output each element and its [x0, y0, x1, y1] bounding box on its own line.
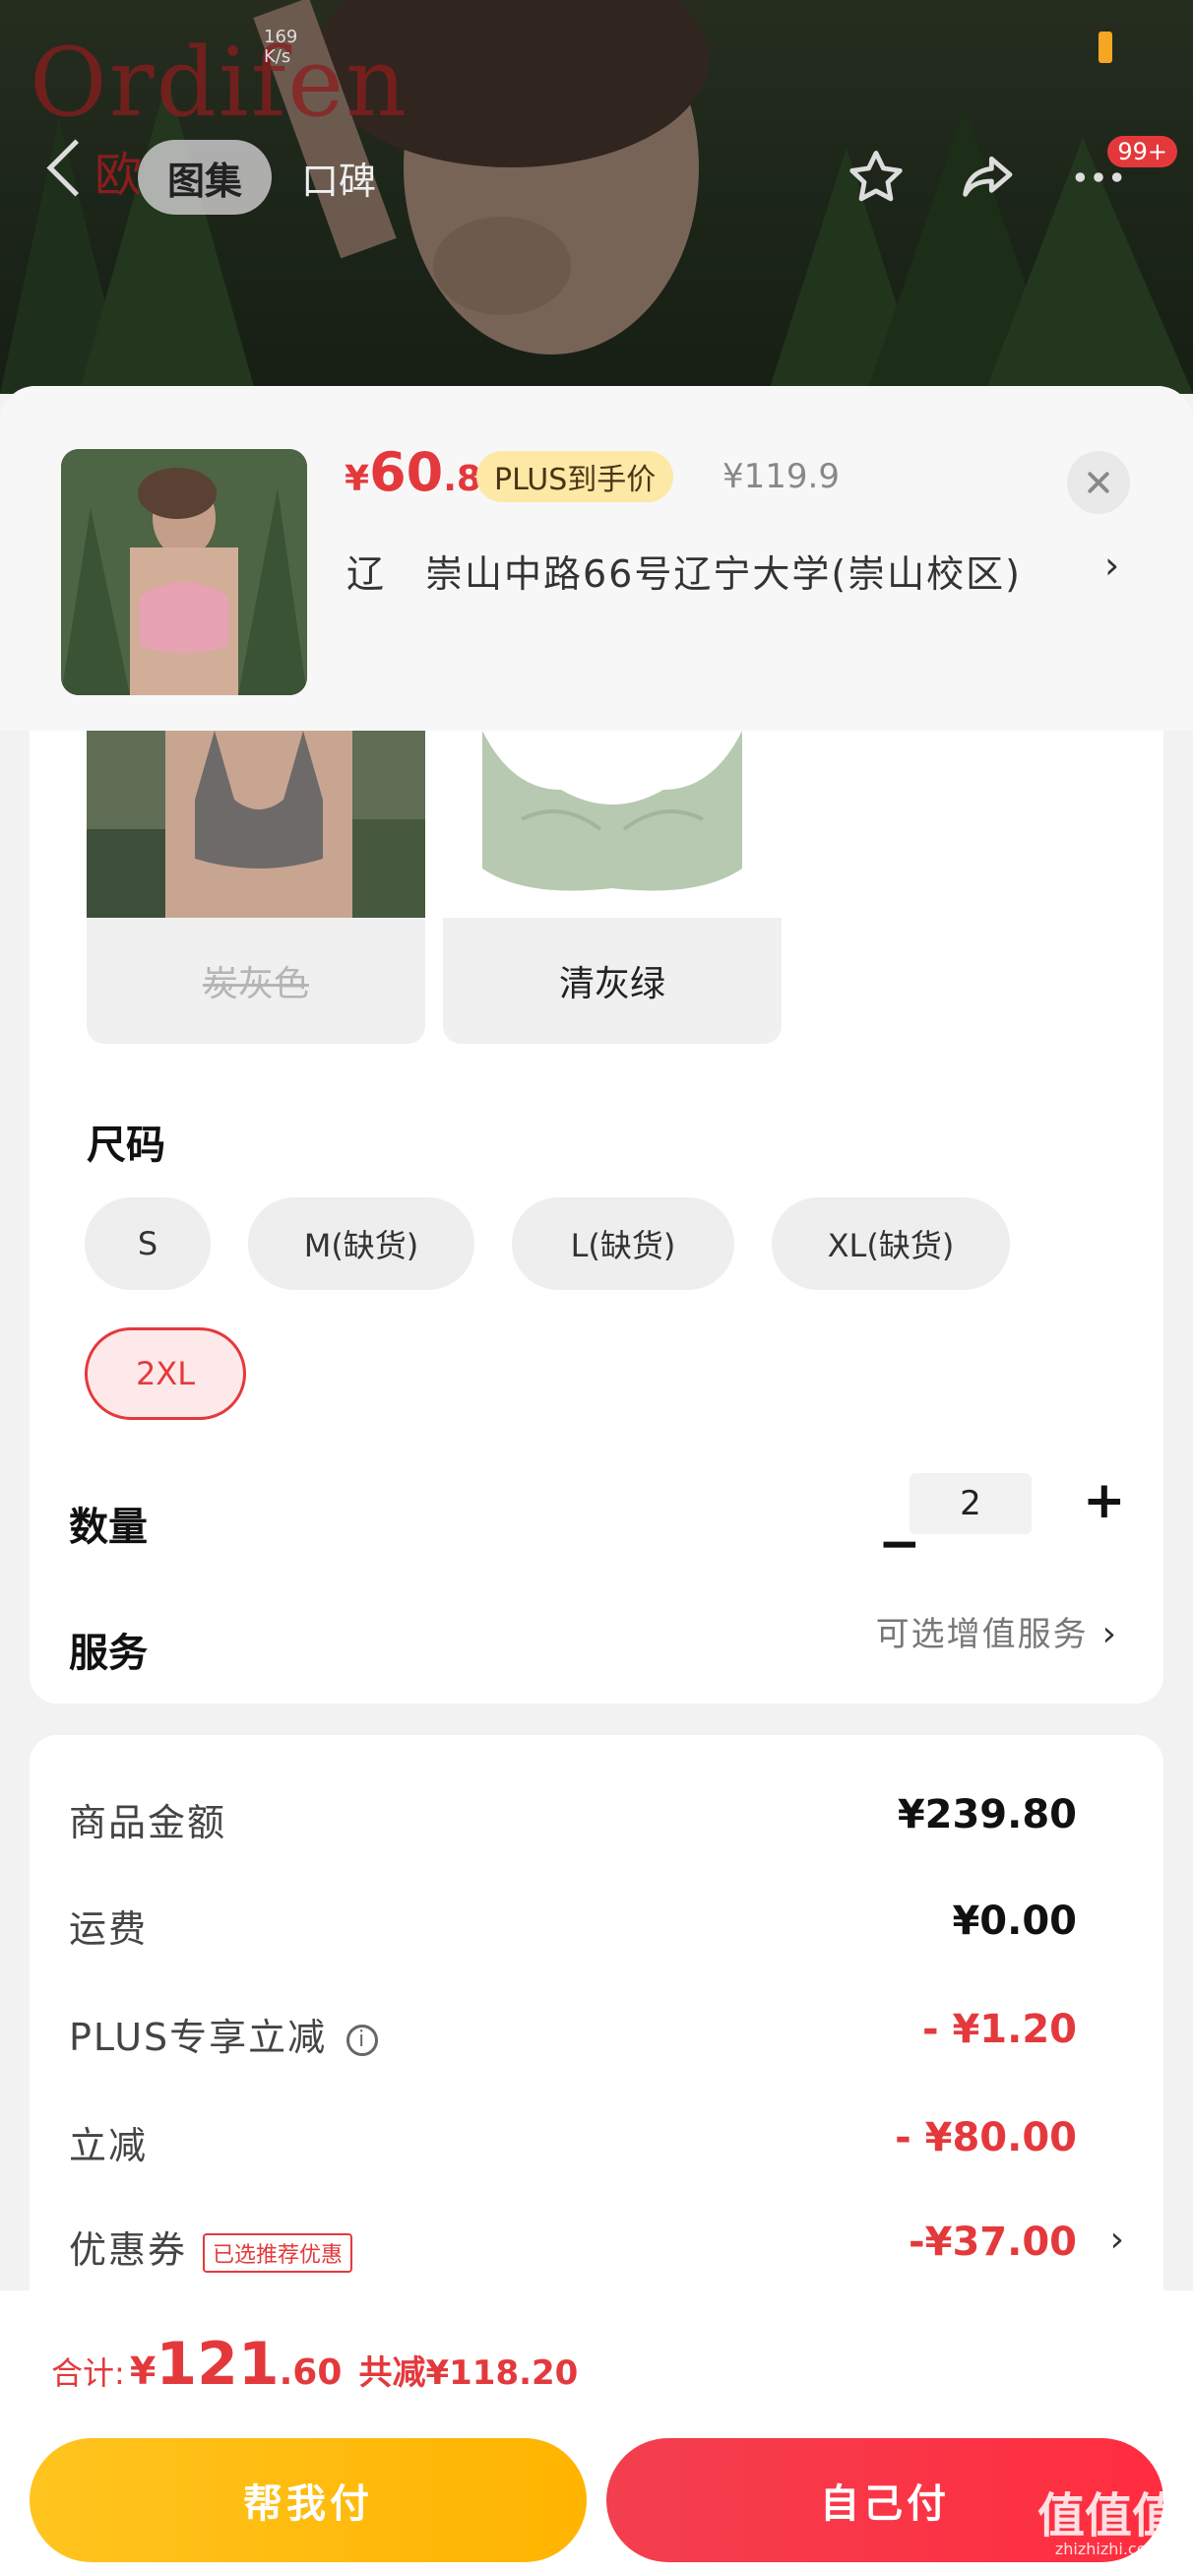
summary-label: 立减	[69, 2124, 149, 2167]
service-hint-text: 可选增值服务	[875, 1615, 1089, 1654]
summary-row-instant-discount: 立减 - ¥80.00	[69, 2115, 1077, 2184]
product-thumbnail[interactable]	[61, 449, 307, 695]
size-option-xl[interactable]: XL(缺货)	[772, 1197, 1010, 1290]
total-symbol: ¥	[129, 2350, 157, 2393]
coupon-recommended-tag: 已选推荐优惠	[203, 2232, 353, 2273]
battery-icon	[1099, 32, 1112, 63]
total-saved: 共减¥118.20	[358, 2353, 579, 2393]
plus-price: ¥60.8	[345, 441, 481, 503]
size-option-s[interactable]: S	[85, 1197, 211, 1290]
summary-row-shipping: 运费 ¥0.00	[69, 1899, 1077, 1967]
summary-row-plus-discount: PLUS专享立减 i - ¥1.20	[69, 2007, 1077, 2076]
pay-for-me-button[interactable]: 帮我付	[30, 2438, 587, 2562]
info-icon[interactable]: i	[346, 2024, 379, 2056]
star-icon[interactable]	[841, 142, 911, 213]
summary-label-wrap: 优惠券 已选推荐优惠	[69, 2220, 353, 2274]
size-option-l[interactable]: L(缺货)	[512, 1197, 734, 1290]
product-gallery-hero[interactable]: Ordifen 169 K/s 欧 图集 口碑 99+	[0, 0, 1193, 394]
sku-selector-sheet: ¥60.8 PLUS到手价 ¥119.9 辽 崇山中路66号辽宁大学(崇山校区)…	[0, 386, 1193, 2576]
delivery-address[interactable]: 辽 崇山中路66号辽宁大学(崇山校区)	[346, 544, 1022, 598]
summary-value: - ¥1.20	[921, 2007, 1077, 2052]
quantity-title: 数量	[69, 1505, 148, 1550]
site-watermark: 值值值 zhizhizhi.com	[1037, 2491, 1179, 2558]
summary-row-goods: 商品金额 ¥239.80	[69, 1792, 1077, 1861]
total-decimal: .60	[279, 2352, 343, 2393]
price-symbol: ¥	[345, 459, 370, 499]
size-option-2xl[interactable]: 2XL	[85, 1327, 246, 1420]
network-speed-value: 169	[264, 27, 298, 47]
watermark-mark: 值值值	[1036, 2488, 1179, 2544]
order-total: 合计: ¥121.60 共减¥118.20	[51, 2330, 578, 2399]
brand-mini-logo: 欧	[94, 148, 143, 203]
color-option-gray-green[interactable]: 清灰绿	[443, 731, 782, 1044]
size-option-m[interactable]: M(缺货)	[248, 1197, 474, 1290]
plus-price-tag: PLUS到手价	[476, 451, 674, 502]
color-option-label: 清灰绿	[558, 964, 665, 1004]
service-title: 服务	[69, 1631, 148, 1676]
quantity-increase-button[interactable]: +	[1083, 1475, 1126, 1526]
summary-value: ¥239.80	[897, 1792, 1077, 1837]
summary-value: -¥37.00	[909, 2220, 1077, 2265]
tab-reviews[interactable]: 口碑	[301, 140, 376, 215]
brand-logo: Ordifen	[30, 28, 408, 138]
value-added-service-link[interactable]: 可选增值服务 ›	[876, 1607, 1118, 1655]
summary-value: - ¥80.00	[895, 2115, 1077, 2160]
summary-label: 优惠券	[69, 2228, 188, 2272]
summary-row-coupon[interactable]: 优惠券 已选推荐优惠 -¥37.00 ›	[69, 2220, 1124, 2288]
tab-gallery[interactable]: 图集	[138, 140, 272, 215]
chevron-right-icon: ›	[1104, 544, 1120, 587]
network-speed: 169 K/s	[264, 28, 297, 67]
price-integer: 60	[369, 441, 444, 503]
total-label: 合计:	[51, 2354, 125, 2392]
chevron-right-icon: ›	[1109, 2220, 1124, 2260]
close-icon	[1088, 472, 1109, 493]
message-count-badge: 99+	[1107, 136, 1177, 167]
color-option-image	[87, 731, 425, 918]
sku-header: ¥60.8 PLUS到手价 ¥119.9 辽 崇山中路66号辽宁大学(崇山校区)…	[0, 386, 1193, 731]
color-option-image	[443, 731, 782, 918]
summary-value: ¥0.00	[952, 1899, 1077, 1944]
total-integer: 121	[156, 2330, 280, 2399]
summary-label: PLUS专享立减	[69, 2016, 328, 2059]
summary-label-wrap: PLUS专享立减 i	[69, 2007, 379, 2061]
summary-label: 运费	[69, 1907, 149, 1951]
quantity-input[interactable]: 2	[910, 1473, 1032, 1534]
network-speed-unit: K/s	[264, 46, 291, 67]
watermark-site: zhizhizhi.com	[1054, 2540, 1162, 2558]
spec-card: 炭灰色 清灰绿 尺码 S M(缺货) L(缺货) XL(缺货) 2XL 数量 服…	[30, 731, 1163, 1704]
close-button[interactable]	[1067, 451, 1130, 514]
chevron-right-icon: ›	[1101, 1614, 1118, 1654]
original-price: ¥119.9	[722, 457, 840, 496]
size-section-title: 尺码	[87, 1123, 165, 1168]
checkout-footer: 合计: ¥121.60 共减¥118.20 帮我付 自己付	[0, 2290, 1193, 2576]
color-option-charcoal[interactable]: 炭灰色	[87, 731, 425, 1044]
share-icon[interactable]	[951, 142, 1022, 213]
color-option-label: 炭灰色	[202, 964, 309, 1004]
summary-label: 商品金额	[69, 1801, 227, 1844]
